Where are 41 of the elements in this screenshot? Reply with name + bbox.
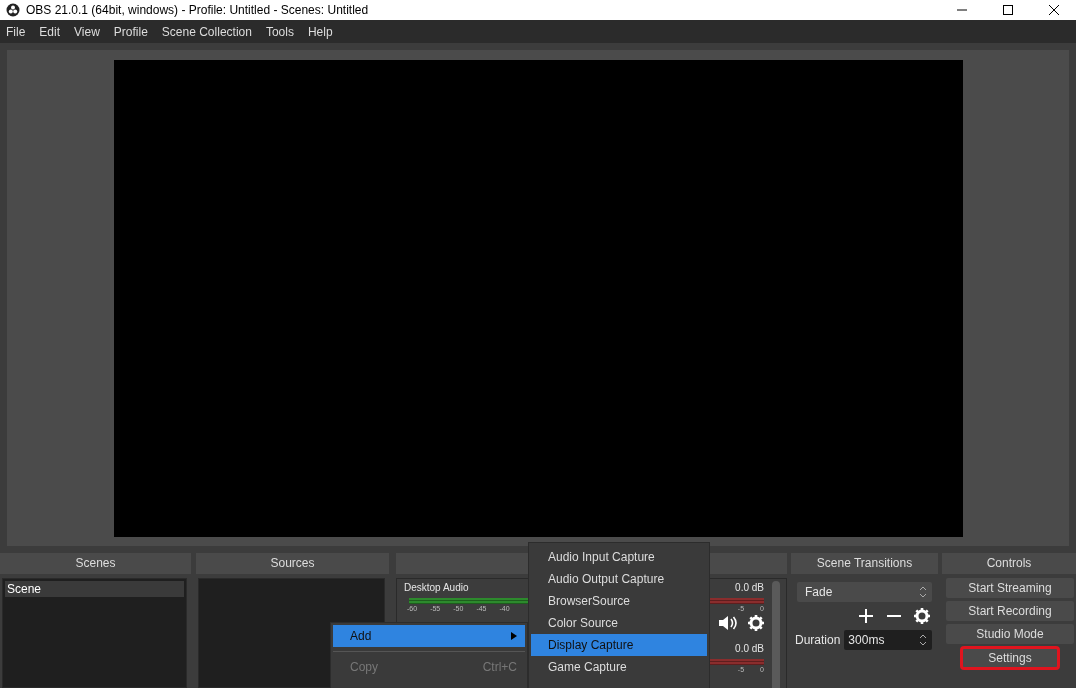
menu-item[interactable]: Audio Input Capture — [531, 546, 707, 568]
channel-name: Desktop Audio — [404, 582, 469, 595]
control-button[interactable]: Studio Mode — [946, 624, 1074, 644]
close-icon[interactable] — [1048, 4, 1060, 16]
menu-item[interactable]: File — [6, 24, 26, 39]
scrollbar[interactable] — [772, 581, 780, 688]
menu-item[interactable]: Color Source — [531, 612, 707, 634]
spinner-arrows-icon[interactable] — [918, 633, 928, 647]
menu-item[interactable]: Profile — [113, 24, 148, 39]
gear-icon[interactable] — [914, 608, 930, 624]
spinner-arrows-icon[interactable] — [918, 585, 928, 599]
menu-item[interactable]: Help — [307, 24, 333, 39]
highlighted-button[interactable]: Settings — [962, 648, 1058, 668]
menu-item[interactable]: BrowserSource — [531, 590, 707, 612]
dock-title: Sources — [196, 553, 389, 574]
add-icon[interactable] — [858, 608, 874, 624]
maximize-icon[interactable] — [1002, 4, 1014, 16]
menu-item[interactable]: Display Capture — [531, 634, 707, 656]
menu-item[interactable]: View — [74, 24, 100, 39]
menu-item[interactable]: Edit — [39, 24, 61, 39]
control-button[interactable]: Start Streaming — [946, 578, 1074, 598]
gear-icon[interactable] — [748, 615, 764, 631]
duration-label: Duration — [795, 633, 841, 647]
dock-title: Scene Transitions — [791, 553, 938, 574]
menu-item[interactable]: Tools — [265, 24, 294, 39]
transition-dropdown[interactable]: Fade — [797, 582, 932, 602]
duration-field[interactable]: 300ms — [844, 630, 932, 650]
submenu-arrow-icon — [511, 632, 517, 640]
speaker-icon[interactable] — [718, 615, 738, 631]
scene-item[interactable]: Scene — [5, 581, 184, 597]
menu-item[interactable]: Audio Output Capture — [531, 568, 707, 590]
channel-reading: 0.0 dB — [735, 582, 764, 595]
dock-title: Controls — [942, 553, 1076, 574]
menu-item[interactable]: Scene Collection — [161, 24, 252, 39]
menu-item[interactable]: Game Capture — [531, 656, 707, 678]
window-title: OBS 21.0.1 (64bit, windows) - Profile: Untitled - Scenes: Untitled — [26, 3, 369, 17]
control-button[interactable]: Start Recording — [946, 601, 1074, 621]
channel-reading: 0.0 dB — [735, 643, 764, 656]
dock-title: Scenes — [0, 553, 191, 574]
app-logo-icon — [6, 3, 20, 17]
menu-item[interactable]: Add — [333, 625, 525, 647]
